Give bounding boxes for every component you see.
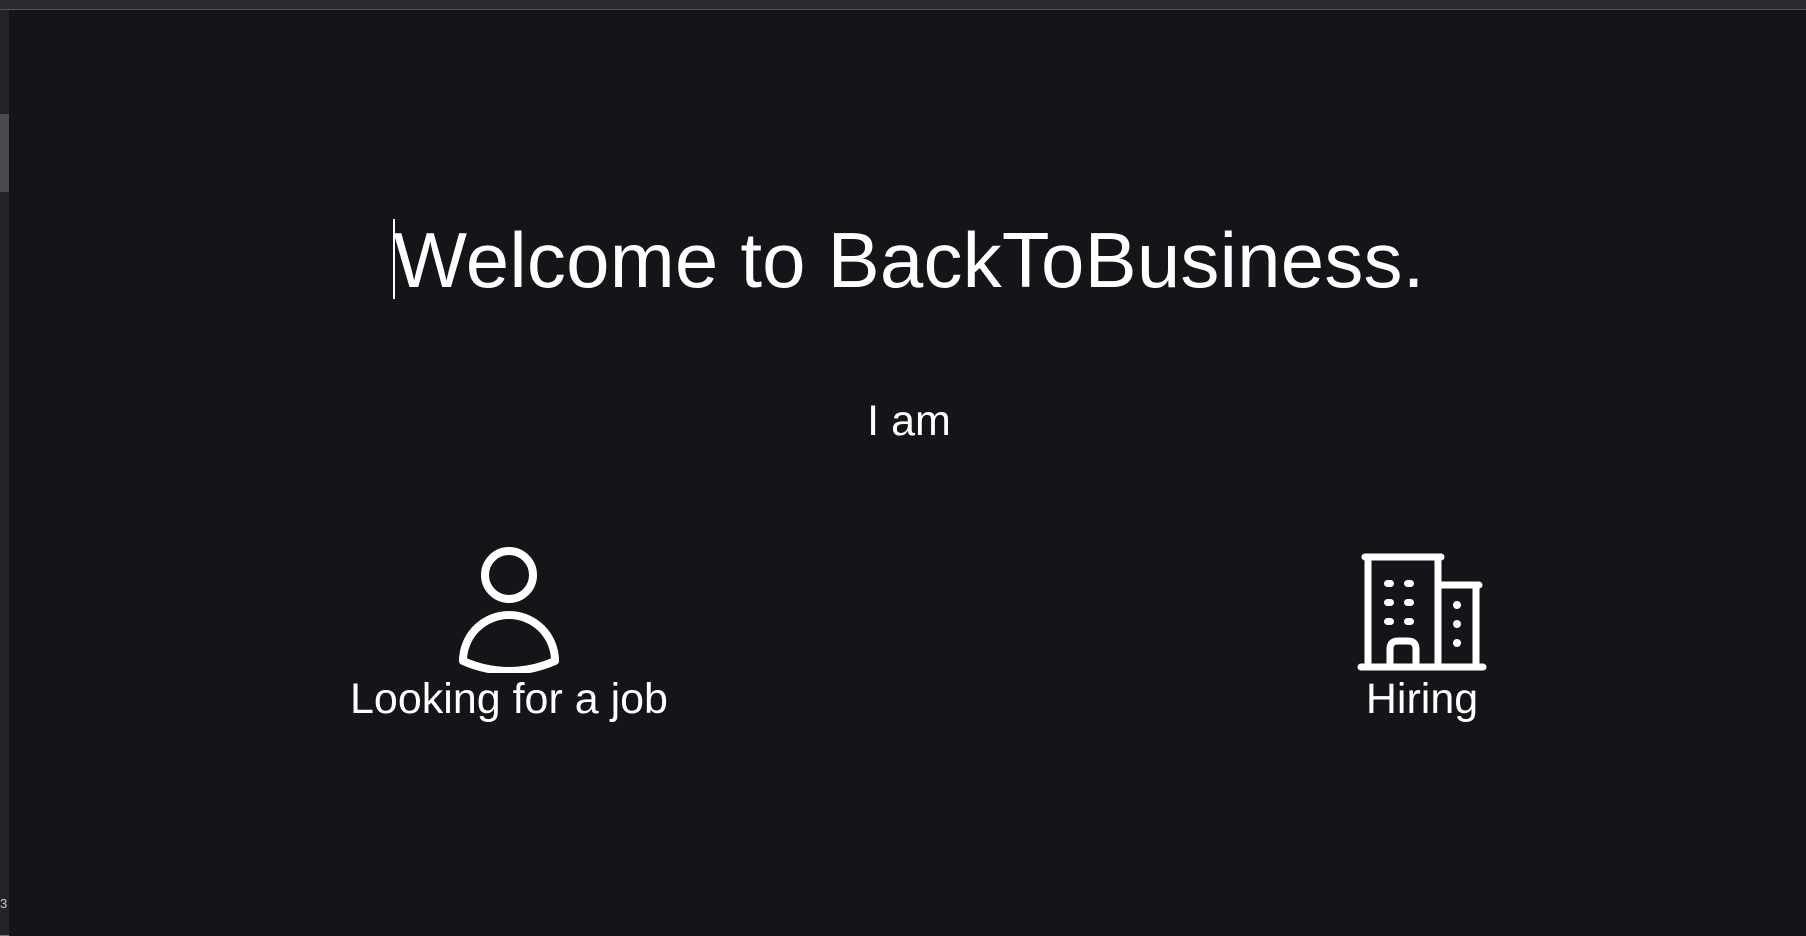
page-title: Welcome to BackToBusiness. bbox=[9, 212, 1806, 308]
job-seeker-label: Looking for a job bbox=[350, 675, 668, 723]
hiring-label: Hiring bbox=[1365, 675, 1479, 723]
hiring-option[interactable]: Hiring bbox=[1222, 545, 1622, 725]
window-top-bar bbox=[0, 0, 1806, 10]
welcome-screen: Welcome to BackToBusiness. I am Looking … bbox=[9, 10, 1806, 936]
job-seeker-option[interactable]: Looking for a job bbox=[309, 545, 709, 725]
role-prompt: I am bbox=[867, 397, 951, 445]
page-title-text: Welcome to BackToBusiness. bbox=[393, 216, 1425, 304]
scrollbar-thumb[interactable] bbox=[0, 114, 9, 192]
building-icon bbox=[1357, 545, 1487, 673]
left-scroll-strip: 3 bbox=[0, 10, 9, 936]
person-icon bbox=[457, 545, 561, 673]
left-strip-mark: 3 bbox=[0, 897, 8, 910]
